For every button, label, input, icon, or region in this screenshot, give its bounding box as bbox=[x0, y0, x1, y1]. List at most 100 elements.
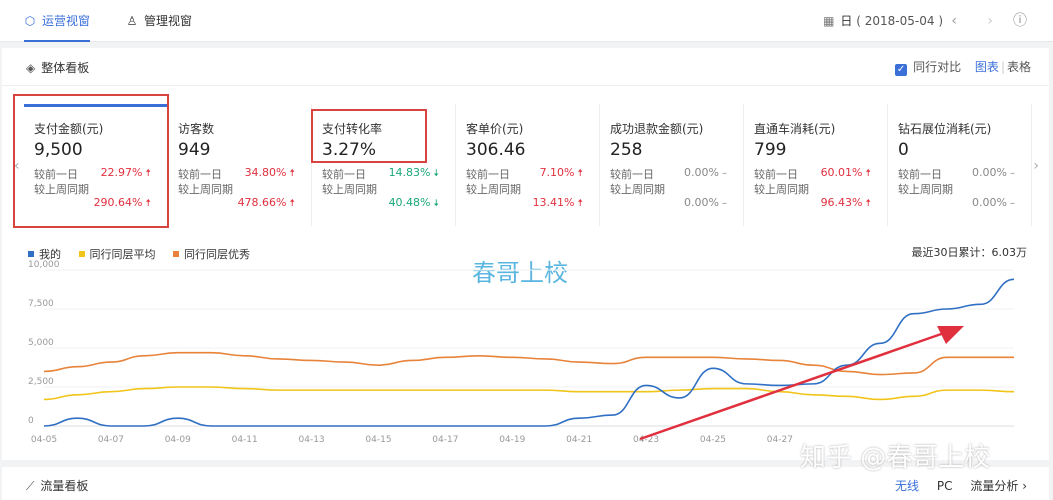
kpi-week-value-row: 13.41% 🠅 bbox=[466, 196, 599, 209]
kpi-week-label-row: 较上周同期 bbox=[322, 181, 455, 196]
compare-label: 较上周同期 bbox=[178, 183, 233, 196]
traffic-controls: 无线 PC 流量分析 › bbox=[895, 477, 1027, 494]
view-table-link[interactable]: 表格 bbox=[1007, 60, 1031, 74]
kpi-card[interactable]: 钻石展位消耗(元) 0 较前一日 0.00% – 较上周同期 0.00% – bbox=[888, 104, 1032, 226]
compare-value: 0.00% – bbox=[972, 166, 1015, 179]
legend-swatch bbox=[28, 251, 34, 257]
compare-label: 较上周同期 bbox=[898, 183, 953, 196]
kpi-value: 0 bbox=[898, 140, 909, 160]
compare-label: 较前一日 bbox=[178, 168, 222, 181]
x-tick-label: 04-13 bbox=[299, 435, 325, 445]
person-icon: ♙ bbox=[126, 14, 138, 28]
compare-value: 0.00% – bbox=[972, 196, 1015, 209]
kpi-label: 钻石展位消耗(元) bbox=[898, 122, 992, 136]
date-value: ( 2018-05-04 ) bbox=[856, 14, 943, 28]
x-tick-label: 04-25 bbox=[700, 435, 726, 445]
kpi-next-button[interactable]: › bbox=[1033, 158, 1039, 174]
trend-flat-icon: – bbox=[722, 198, 727, 209]
compare-pct: 14.83% bbox=[388, 166, 431, 179]
chevron-right-icon: › bbox=[987, 13, 993, 29]
divider: | bbox=[1000, 60, 1005, 74]
date-picker[interactable]: ▦ 日 ( 2018-05-04 ) bbox=[823, 0, 943, 42]
compare-pct: 96.43% bbox=[820, 196, 863, 209]
help-icon: ⓘ bbox=[1013, 13, 1027, 29]
compare-label: 较上周同期 bbox=[322, 183, 377, 196]
kpi-week-label-row: 较上周同期 bbox=[178, 181, 311, 196]
kpi-card[interactable]: 访客数 949 较前一日 34.80% 🠅 较上周同期 478.66% 🠅 bbox=[168, 104, 312, 226]
tab-label: 运营视窗 bbox=[42, 14, 91, 28]
trend-flat-icon: – bbox=[1010, 168, 1015, 179]
next-date-button[interactable]: › bbox=[987, 0, 993, 42]
x-tick-label: 04-11 bbox=[232, 435, 258, 445]
layers-icon: ◈ bbox=[26, 61, 36, 75]
kpi-card[interactable]: 客单价(元) 306.46 较前一日 7.10% 🠅 较上周同期 13.41% 🠅 bbox=[456, 104, 600, 226]
kpi-value: 306.46 bbox=[466, 140, 526, 160]
compare-pct: 7.10% bbox=[539, 166, 575, 179]
kpi-value: 799 bbox=[754, 140, 787, 160]
shield-icon: ⬡ bbox=[24, 14, 36, 28]
trend-up-icon: 🠅 bbox=[865, 168, 871, 179]
y-tick-label: 0 bbox=[28, 416, 34, 426]
trend-up-icon: 🠅 bbox=[865, 198, 871, 209]
kpi-label: 成功退款金额(元) bbox=[610, 122, 704, 136]
date-mode: 日 bbox=[840, 14, 853, 28]
prev-date-button[interactable]: ‹ bbox=[951, 0, 957, 42]
kpi-week-label-row: 较上周同期 bbox=[610, 181, 743, 196]
compare-pct: 0.00% bbox=[972, 196, 1007, 209]
overview-title: ◈ 整体看板 bbox=[26, 59, 89, 76]
traffic-analysis-link[interactable]: 流量分析 › bbox=[970, 479, 1027, 493]
compare-label: 较前一日 bbox=[322, 168, 366, 181]
series-line bbox=[43, 351, 1014, 376]
compare-checkbox[interactable]: ✓ bbox=[895, 64, 908, 76]
y-tick-label: 5,000 bbox=[28, 338, 54, 348]
tab-management-view[interactable]: ♙ 管理视窗 bbox=[126, 0, 192, 42]
compare-pct: 0.00% bbox=[972, 166, 1007, 179]
kpi-card[interactable]: 直通车消耗(元) 799 较前一日 60.01% 🠅 较上周同期 96.43% 🠅 bbox=[744, 104, 888, 226]
compare-pct: 40.48% bbox=[388, 196, 431, 209]
highlight-box bbox=[13, 94, 169, 228]
x-tick-label: 04-21 bbox=[566, 435, 592, 445]
zhihu-watermark: 知乎 @春哥上校 bbox=[800, 443, 991, 473]
trend-icon: ⟋ bbox=[26, 479, 35, 493]
trend-down-icon: 🠇 bbox=[433, 198, 439, 209]
trend-flat-icon: – bbox=[1010, 198, 1015, 209]
wireless-tab[interactable]: 无线 bbox=[895, 479, 919, 493]
x-tick-label: 04-05 bbox=[31, 435, 57, 445]
kpi-day-compare: 较前一日 0.00% – bbox=[898, 166, 1031, 181]
help-button[interactable]: ⓘ bbox=[1013, 0, 1027, 42]
kpi-day-compare: 较前一日 7.10% 🠅 bbox=[466, 166, 599, 181]
overview-panel: ◈ 整体看板 ✓ 同行对比 图表 | 表格 ‹ 支付金额(元) 9,500 较前一日 22.9… bbox=[2, 48, 1049, 460]
kpi-week-value-row: 0.00% – bbox=[898, 196, 1031, 209]
legend-swatch bbox=[78, 251, 85, 257]
tab-label: 管理视窗 bbox=[144, 14, 193, 28]
kpi-week-label-row: 较上周同期 bbox=[898, 181, 1031, 196]
tab-operations-view[interactable]: ⬡ 运营视窗 bbox=[24, 0, 91, 42]
trend-chart: 10,000 7,500 5,000 2,500 0 04-05 04-07 04-09 04-… bbox=[28, 260, 1015, 445]
trend-flat-icon: – bbox=[722, 168, 727, 179]
chevron-right-icon: › bbox=[1033, 158, 1039, 174]
y-tick-label: 2,500 bbox=[28, 377, 54, 387]
compare-label: 较上周同期 bbox=[610, 183, 665, 196]
compare-label: 较上周同期 bbox=[466, 183, 521, 196]
trend-up-icon: 🠅 bbox=[577, 168, 583, 179]
kpi-label: 访客数 bbox=[178, 122, 215, 136]
kpi-value: 258 bbox=[610, 140, 643, 160]
compare-label: 较前一日 bbox=[466, 168, 510, 181]
kpi-label: 客单价(元) bbox=[466, 122, 524, 136]
kpi-card[interactable]: 成功退款金额(元) 258 较前一日 0.00% – 较上周同期 0.00% – bbox=[600, 104, 744, 226]
top-nav: ⬡ 运营视窗 ♙ 管理视窗 ▦ 日 ( 2018-05-04 ) ‹ › ⓘ bbox=[0, 0, 1053, 42]
traffic-title-text: 流量看板 bbox=[40, 479, 89, 493]
y-tick-label: 10,000 bbox=[28, 260, 60, 270]
pc-tab[interactable]: PC bbox=[937, 479, 953, 493]
compare-label: 较前一日 bbox=[898, 168, 942, 181]
kpi-week-value-row: 0.00% – bbox=[610, 196, 743, 209]
view-chart-link[interactable]: 图表 bbox=[975, 60, 999, 74]
kpi-day-compare: 较前一日 34.80% 🠅 bbox=[178, 166, 311, 181]
compare-label: 同行对比 bbox=[913, 60, 962, 74]
compare-value: 0.00% – bbox=[684, 196, 727, 209]
x-tick-label: 04-27 bbox=[767, 435, 793, 445]
chevron-left-icon: ‹ bbox=[951, 13, 957, 29]
compare-label: 较前一日 bbox=[754, 168, 798, 181]
kpi-week-label-row: 较上周同期 bbox=[754, 181, 887, 196]
x-tick-label: 04-17 bbox=[432, 435, 458, 445]
